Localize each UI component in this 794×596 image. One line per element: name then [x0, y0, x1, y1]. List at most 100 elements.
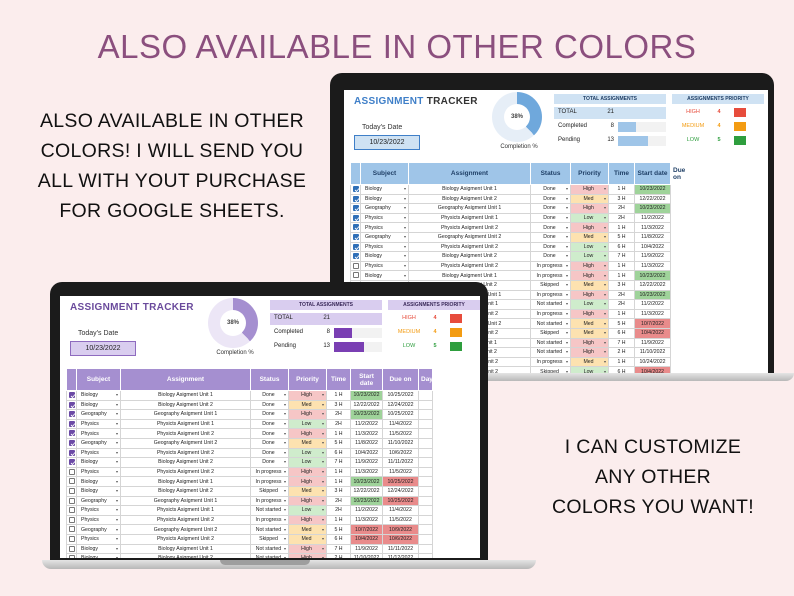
chevron-down-icon[interactable]: ▾ [116, 440, 118, 445]
done-checkbox[interactable] [68, 468, 75, 475]
due-date-cell[interactable]: 10/6/2022 [382, 533, 419, 545]
assignment-cell[interactable]: Biology Asigment Unit 1 [408, 270, 531, 281]
column-header[interactable]: Time [608, 162, 635, 185]
priority-cell[interactable]: Med ▾ [570, 327, 609, 339]
time-cell[interactable]: 3 H [326, 485, 351, 497]
chevron-down-icon[interactable]: ▾ [284, 527, 286, 532]
priority-cell[interactable]: High ▾ [570, 203, 609, 214]
day-cell[interactable] [418, 447, 433, 459]
column-header[interactable]: Priority [570, 162, 609, 185]
assignment-cell[interactable]: Biology Asigment Unit 2 [408, 251, 531, 262]
time-cell[interactable]: 1 H [608, 270, 635, 281]
status-cell[interactable]: Not started▾ [250, 543, 289, 555]
day-cell[interactable] [418, 399, 433, 411]
due-date-cell[interactable]: 11/11/2022 [382, 543, 419, 555]
chevron-down-icon[interactable]: ▾ [404, 273, 406, 278]
priority-cell[interactable]: High ▾ [570, 222, 609, 233]
time-cell[interactable]: 2H [326, 409, 351, 420]
status-cell[interactable]: Done ▾ [250, 390, 289, 401]
done-checkbox[interactable] [68, 440, 75, 447]
status-cell[interactable]: Done ▾ [530, 222, 571, 233]
chevron-down-icon[interactable]: ▾ [322, 527, 324, 532]
time-cell[interactable]: 2H [326, 418, 351, 430]
chevron-down-icon[interactable]: ▾ [116, 555, 118, 558]
chevron-down-icon[interactable]: ▾ [284, 498, 286, 503]
time-cell[interactable]: 6 H [608, 327, 635, 339]
start-date-cell[interactable]: 10/23/2022 [350, 495, 383, 507]
status-cell[interactable]: Done ▾ [250, 418, 289, 430]
time-cell[interactable]: 1 H [326, 476, 351, 487]
time-cell[interactable]: 3 H [326, 399, 351, 411]
priority-cell[interactable]: High ▾ [288, 553, 327, 558]
chevron-down-icon[interactable]: ▾ [322, 450, 324, 455]
start-date-cell[interactable]: 11/8/2022 [634, 231, 671, 243]
done-checkbox[interactable] [68, 401, 75, 408]
chevron-down-icon[interactable]: ▾ [284, 507, 286, 512]
column-header[interactable]: Priority [288, 368, 327, 391]
done-checkbox[interactable] [352, 262, 359, 269]
start-date-cell[interactable]: 11/3/2022 [350, 428, 383, 439]
start-date-cell[interactable]: 11/8/2022 [350, 437, 383, 449]
time-cell[interactable]: 1 H [608, 308, 635, 320]
status-cell[interactable]: Done ▾ [530, 251, 571, 262]
column-header[interactable]: Start date [350, 368, 383, 391]
chevron-down-icon[interactable]: ▾ [116, 498, 118, 503]
time-cell[interactable]: 1 H [326, 390, 351, 401]
status-cell[interactable]: Done ▾ [530, 212, 571, 224]
column-header[interactable]: Due on [382, 368, 419, 391]
chevron-down-icon[interactable]: ▾ [404, 196, 406, 201]
chevron-down-icon[interactable]: ▾ [604, 253, 606, 258]
status-cell[interactable]: Not started▾ [250, 524, 289, 535]
chevron-down-icon[interactable]: ▾ [566, 340, 568, 345]
start-date-cell[interactable]: 10/7/2022 [634, 318, 671, 329]
chevron-down-icon[interactable]: ▾ [322, 555, 324, 558]
chevron-down-icon[interactable]: ▾ [116, 411, 118, 416]
status-cell[interactable]: In progress ▾ [530, 270, 571, 281]
chevron-down-icon[interactable]: ▾ [284, 459, 286, 464]
time-cell[interactable]: 6 H [326, 447, 351, 459]
time-cell[interactable]: 3 H [608, 193, 635, 205]
assignment-cell[interactable]: Biology Asigment Unit 1 [408, 184, 531, 195]
priority-cell[interactable]: High ▾ [288, 428, 327, 439]
chevron-down-icon[interactable]: ▾ [404, 215, 406, 220]
chevron-down-icon[interactable]: ▾ [604, 263, 606, 268]
chevron-down-icon[interactable]: ▾ [116, 402, 118, 407]
time-cell[interactable]: 1 H [608, 260, 635, 272]
start-date-cell[interactable]: 10/23/2022 [350, 409, 383, 420]
chevron-down-icon[interactable]: ▾ [566, 301, 568, 306]
done-checkbox[interactable] [352, 214, 359, 222]
assignment-cell[interactable]: Biology Asigment Unit 2 [120, 457, 251, 468]
subject-cell[interactable]: Biology ▾ [76, 553, 121, 558]
subject-cell[interactable]: Biology ▾ [76, 543, 121, 555]
today-date-field[interactable]: 10/23/2022 [70, 341, 136, 356]
start-date-cell[interactable]: 11/3/2022 [350, 466, 383, 478]
due-date-cell[interactable]: 10/6/2022 [382, 447, 419, 459]
priority-cell[interactable]: High ▾ [288, 466, 327, 478]
chevron-down-icon[interactable]: ▾ [604, 340, 606, 345]
chevron-down-icon[interactable]: ▾ [566, 225, 568, 230]
priority-cell[interactable]: Low ▾ [570, 299, 609, 310]
time-cell[interactable]: 2 H [608, 347, 635, 358]
status-cell[interactable]: Done ▾ [530, 231, 571, 243]
due-date-cell[interactable]: 11/5/2022 [382, 428, 419, 439]
day-cell[interactable] [418, 543, 433, 555]
chevron-down-icon[interactable]: ▾ [566, 330, 568, 335]
priority-cell[interactable]: Med ▾ [570, 356, 609, 368]
priority-cell[interactable]: High ▾ [570, 308, 609, 320]
chevron-down-icon[interactable]: ▾ [566, 205, 568, 210]
chevron-down-icon[interactable]: ▾ [322, 498, 324, 503]
status-cell[interactable]: Done ▾ [530, 184, 571, 195]
chevron-down-icon[interactable]: ▾ [566, 359, 568, 364]
priority-cell[interactable]: High ▾ [570, 289, 609, 301]
priority-cell[interactable]: High ▾ [570, 184, 609, 195]
subject-cell[interactable]: Biology ▾ [76, 476, 121, 487]
time-cell[interactable]: 5 H [608, 318, 635, 329]
subject-cell[interactable]: Physics ▾ [360, 212, 409, 224]
chevron-down-icon[interactable]: ▾ [404, 225, 406, 230]
chevron-down-icon[interactable]: ▾ [604, 311, 606, 316]
chevron-down-icon[interactable]: ▾ [322, 517, 324, 522]
assignment-cell[interactable]: Physicts Asigment Unit 2 [408, 222, 531, 233]
time-cell[interactable]: 1 H [608, 184, 635, 195]
status-cell[interactable]: In progress ▾ [250, 514, 289, 526]
subject-cell[interactable]: Geography ▾ [76, 524, 121, 535]
